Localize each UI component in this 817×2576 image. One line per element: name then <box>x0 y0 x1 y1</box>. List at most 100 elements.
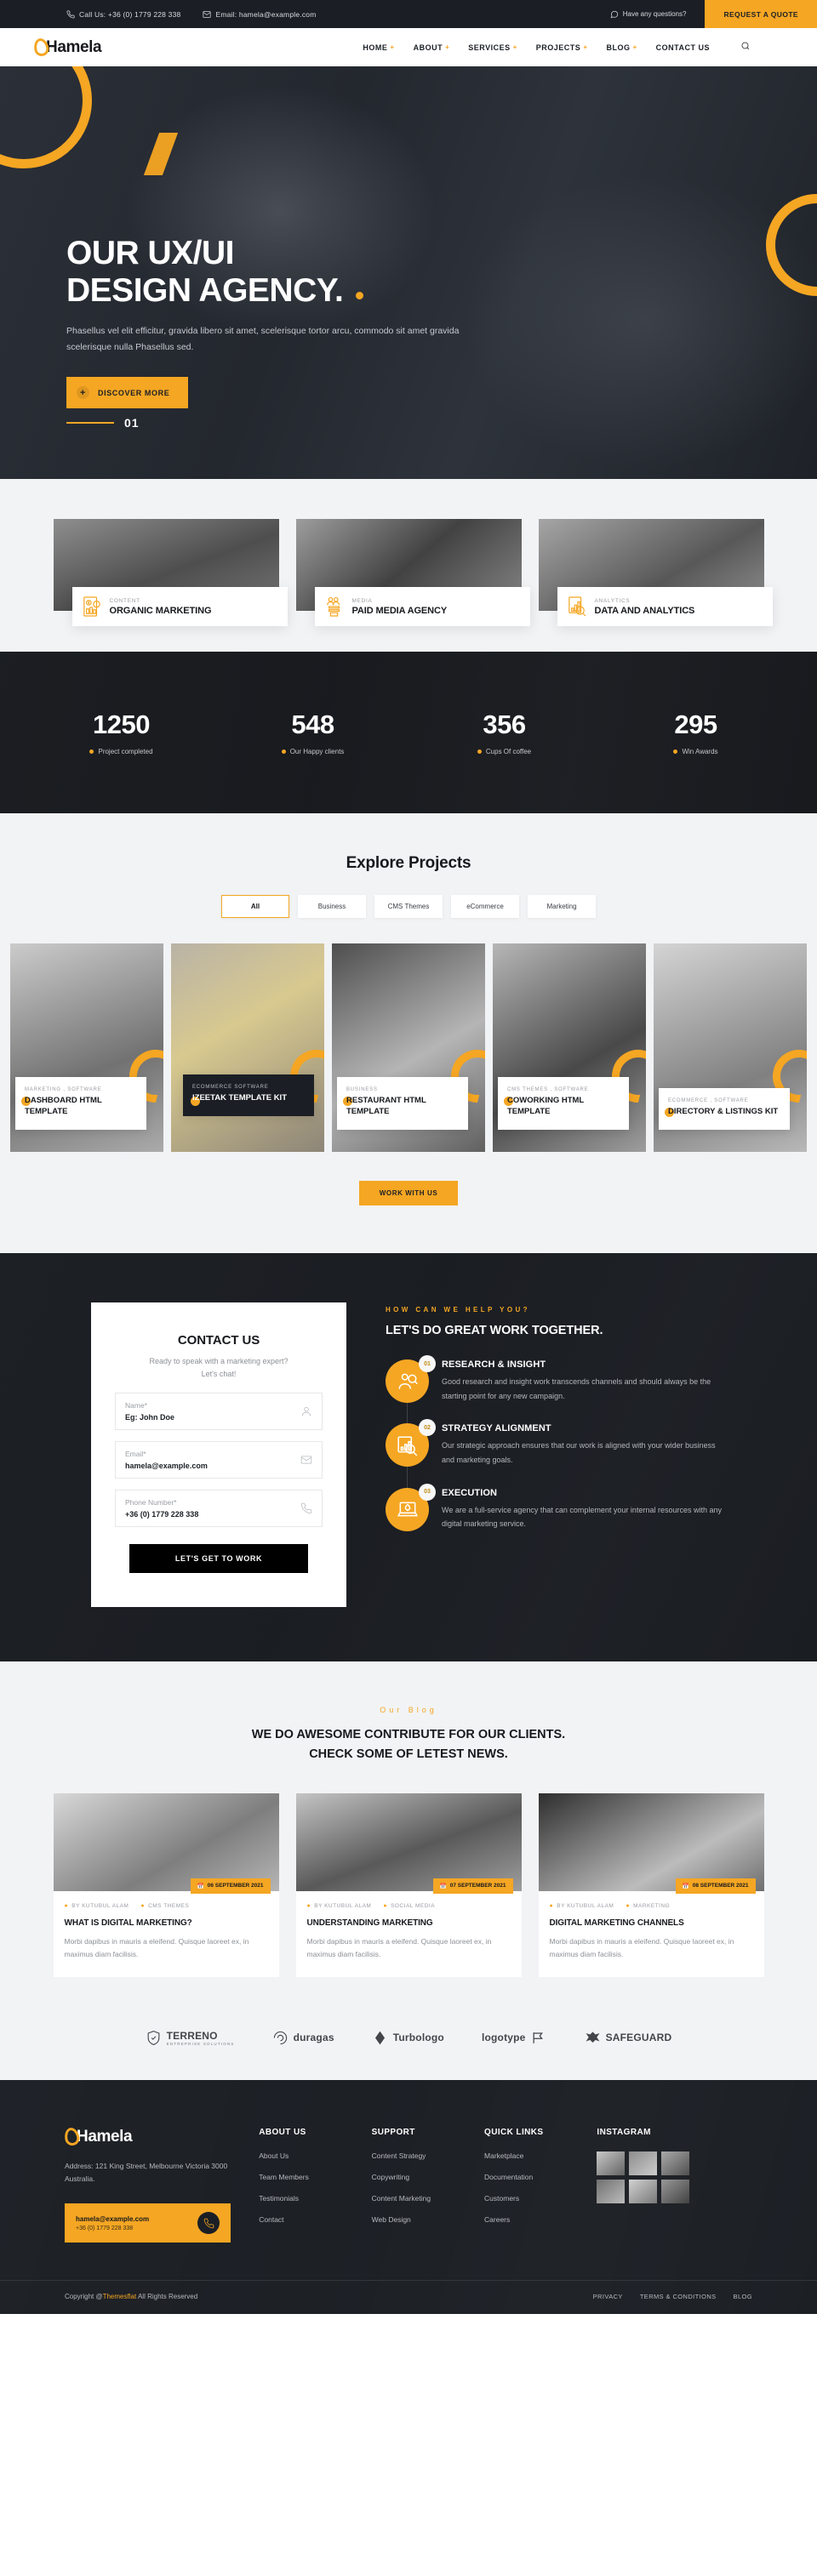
footer-link-customers[interactable]: Customers <box>484 2194 597 2203</box>
project-label: CMS THEMES , SOFTWARE COWORKING HTML TEM… <box>498 1077 629 1130</box>
blog-category-text: MARKETING <box>633 1902 671 1909</box>
footer-bottom-link-terms[interactable]: TERMS & CONDITIONS <box>640 2293 717 2300</box>
instagram-thumb[interactable] <box>597 2151 626 2175</box>
diamond-icon <box>374 2031 385 2044</box>
footer-column-heading: SUPPORT <box>371 2127 415 2137</box>
footer-link-contact[interactable]: Contact <box>259 2215 371 2224</box>
blog-card-digital-marketing-channels[interactable]: 📅 08 SEPTEMBER 2021 ● BY KUTUBUL ALAM ● MA… <box>538 1792 764 1977</box>
footer-bottom-link-privacy[interactable]: PRIVACY <box>593 2293 623 2300</box>
brand-terreno-texts: TERRENO ENTREPRISE SOLUTIONS <box>167 2030 235 2046</box>
discover-more-button[interactable]: + DISCOVER MORE <box>66 377 189 409</box>
step-description: Good research and insight work transcend… <box>442 1377 711 1400</box>
footer-bottom-link-blog[interactable]: BLOG <box>734 2293 752 2300</box>
counter-value: 295 <box>674 710 717 739</box>
footer-link-documentation[interactable]: Documentation <box>484 2173 597 2181</box>
phone-field[interactable]: Phone Number* +36 (0) 1779 228 338 <box>115 1489 323 1527</box>
nav-item-home[interactable]: HOME + <box>363 43 394 52</box>
calendar-icon: 📅 <box>439 1883 447 1889</box>
chevron-plus-icon: + <box>512 43 517 51</box>
nav-item-projects[interactable]: PROJECTS + <box>536 43 588 52</box>
hero-ring-right-decoration <box>766 194 817 296</box>
blog-card-understanding-marketing[interactable]: 📅 07 SEPTEMBER 2021 ● BY KUTUBUL ALAM ● SO… <box>295 1792 522 1977</box>
footer-logo[interactable]: Hamela <box>63 2126 259 2147</box>
help-step-research-insight: 01 RESEARCH & INSIGHT Good research and … <box>386 1355 726 1403</box>
instagram-thumb[interactable] <box>661 2151 690 2175</box>
blog-card-what-is-digital-marketing[interactable]: 📅 06 SEPTEMBER 2021 ● BY KUTUBUL ALAM ● CM… <box>53 1792 279 1977</box>
search-icon[interactable] <box>740 40 751 55</box>
filter-cms-themes[interactable]: CMS Themes <box>374 895 443 918</box>
topbar-questions-link[interactable]: Have any questions? <box>610 10 686 19</box>
blog-category: ● CMS THEMES <box>140 1903 189 1909</box>
counter-label: Cups Of coffee <box>485 748 532 755</box>
discover-more-label: DISCOVER MORE <box>98 388 170 397</box>
project-card-dashboard-html-template[interactable]: MARKETING , SOFTWARE DASHBOARD HTML TEMP… <box>10 943 163 1152</box>
service-card-data-and-analytics[interactable]: ANALYTICS DATA AND ANALYTICS <box>538 519 773 626</box>
nav-item-services[interactable]: SERVICES + <box>468 43 517 52</box>
footer-link-content-marketing[interactable]: Content Marketing <box>372 2194 484 2203</box>
service-card-paid-media-agency[interactable]: MEDIA PAID MEDIA AGENCY <box>295 519 530 626</box>
brand-logotype[interactable]: logotype <box>482 2030 547 2046</box>
request-quote-button[interactable]: REQUEST A QUOTE <box>705 0 817 28</box>
hero-accent-dot <box>355 291 363 299</box>
footer-link-marketplace[interactable]: Marketplace <box>484 2151 597 2160</box>
nav-item-about[interactable]: ABOUT + <box>414 43 450 52</box>
work-with-us-wrap: WORK WITH US <box>0 1181 817 1205</box>
footer-link-content-strategy[interactable]: Content Strategy <box>372 2151 484 2160</box>
nav-item-blog[interactable]: BLOG + <box>606 43 637 52</box>
project-category: CMS THEMES , SOFTWARE <box>507 1087 589 1093</box>
footer-link-careers[interactable]: Careers <box>484 2215 597 2224</box>
brand-duragas[interactable]: duragas <box>272 2030 334 2046</box>
step-description: Our strategic approach ensures that our … <box>442 1441 716 1464</box>
project-label: ECOMMERCE SOFTWARE IZEETAK TEMPLATE KIT <box>183 1074 314 1116</box>
topbar-email[interactable]: Email: hamela@example.com <box>203 10 316 19</box>
counter-label-wrap: Win Awards <box>600 748 791 755</box>
project-card-restaurant-html-template[interactable]: BUSINESS RESTAURANT HTML TEMPLATE <box>332 943 485 1152</box>
instagram-thumb[interactable] <box>597 2179 626 2203</box>
project-label: BUSINESS RESTAURANT HTML TEMPLATE <box>337 1077 468 1130</box>
brand-terreno[interactable]: TERRENO ENTREPRISE SOLUTIONS <box>146 2030 235 2046</box>
footer-link-about-us[interactable]: About Us <box>259 2151 371 2160</box>
hero-title-line2-wrap: DESIGN AGENCY. <box>66 272 611 310</box>
phone-field-label: Phone Number* <box>125 1497 177 1507</box>
project-card-directory-listings-kit[interactable]: ECOMMERCE , SOFTWARE DIRECTORY & LISTING… <box>654 943 807 1152</box>
work-with-us-button[interactable]: WORK WITH US <box>358 1181 459 1205</box>
instagram-thumb[interactable] <box>629 2151 658 2175</box>
footer-contact-card[interactable]: hamela@example.com +36 (0) 1779 228 338 <box>65 2203 231 2243</box>
instagram-thumb[interactable] <box>629 2179 658 2203</box>
filter-marketing[interactable]: Marketing <box>528 895 596 918</box>
footer-link-copywriting[interactable]: Copywriting <box>372 2173 484 2181</box>
filter-ecommerce[interactable]: eCommerce <box>451 895 519 918</box>
name-field[interactable]: Name* Eg: John Doe <box>115 1392 323 1430</box>
copyright-brand[interactable]: Themesflat <box>103 2293 137 2300</box>
footer-link-web-design[interactable]: Web Design <box>372 2215 484 2224</box>
project-category: MARKETING , SOFTWARE <box>25 1087 102 1093</box>
site-logo[interactable]: Hamela <box>32 37 102 58</box>
step-number: 03 <box>419 1483 436 1501</box>
slide-bar <box>66 422 114 424</box>
brand-safeguard[interactable]: SAFEGUARD <box>585 2030 672 2046</box>
filter-all[interactable]: All <box>221 895 289 918</box>
brand-subtitle: ENTREPRISE SOLUTIONS <box>166 2041 235 2046</box>
brand-turbologo[interactable]: Turbologo <box>372 2030 444 2046</box>
blog-section: Our Blog WE DO AWESOME CONTRIBUTE FOR OU… <box>0 1661 817 2015</box>
project-card-izeetak-template-kit[interactable]: ECOMMERCE SOFTWARE IZEETAK TEMPLATE KIT <box>171 943 324 1152</box>
footer-column-heading: QUICK LINKS <box>484 2127 544 2137</box>
service-card-organic-marketing[interactable]: CONTENT ORGANIC MARKETING <box>53 519 288 626</box>
nav-item-contact-us[interactable]: CONTACT US <box>656 43 710 52</box>
topbar-phone[interactable]: Call Us: +36 (0) 1779 228 338 <box>66 10 180 19</box>
project-card-coworking-html-template[interactable]: CMS THEMES , SOFTWARE COWORKING HTML TEM… <box>493 943 646 1152</box>
service-card-texts: CONTENT ORGANIC MARKETING <box>110 598 212 616</box>
email-field[interactable]: Email* hamela@example.com <box>115 1440 323 1479</box>
footer-link-testimonials[interactable]: Testimonials <box>259 2194 371 2203</box>
submit-button[interactable]: LET'S GET TO WORK <box>129 1543 308 1573</box>
services-row: CONTENT ORGANIC MARKETING MEDIA PAID MED… <box>0 519 817 626</box>
service-category: ANALYTICS <box>594 597 631 604</box>
filter-business[interactable]: Business <box>298 895 366 918</box>
hero-section: OUR UX/UI DESIGN AGENCY. Phasellus vel e… <box>0 66 817 479</box>
step-description: We are a full-service agency that can co… <box>442 1505 722 1529</box>
footer-link-team-members[interactable]: Team Members <box>259 2173 371 2181</box>
instagram-thumb[interactable] <box>661 2179 690 2203</box>
user-icon: ● <box>306 1902 311 1909</box>
chevron-plus-icon: + <box>445 43 450 51</box>
contact-form-title: CONTACT US <box>177 1333 260 1348</box>
